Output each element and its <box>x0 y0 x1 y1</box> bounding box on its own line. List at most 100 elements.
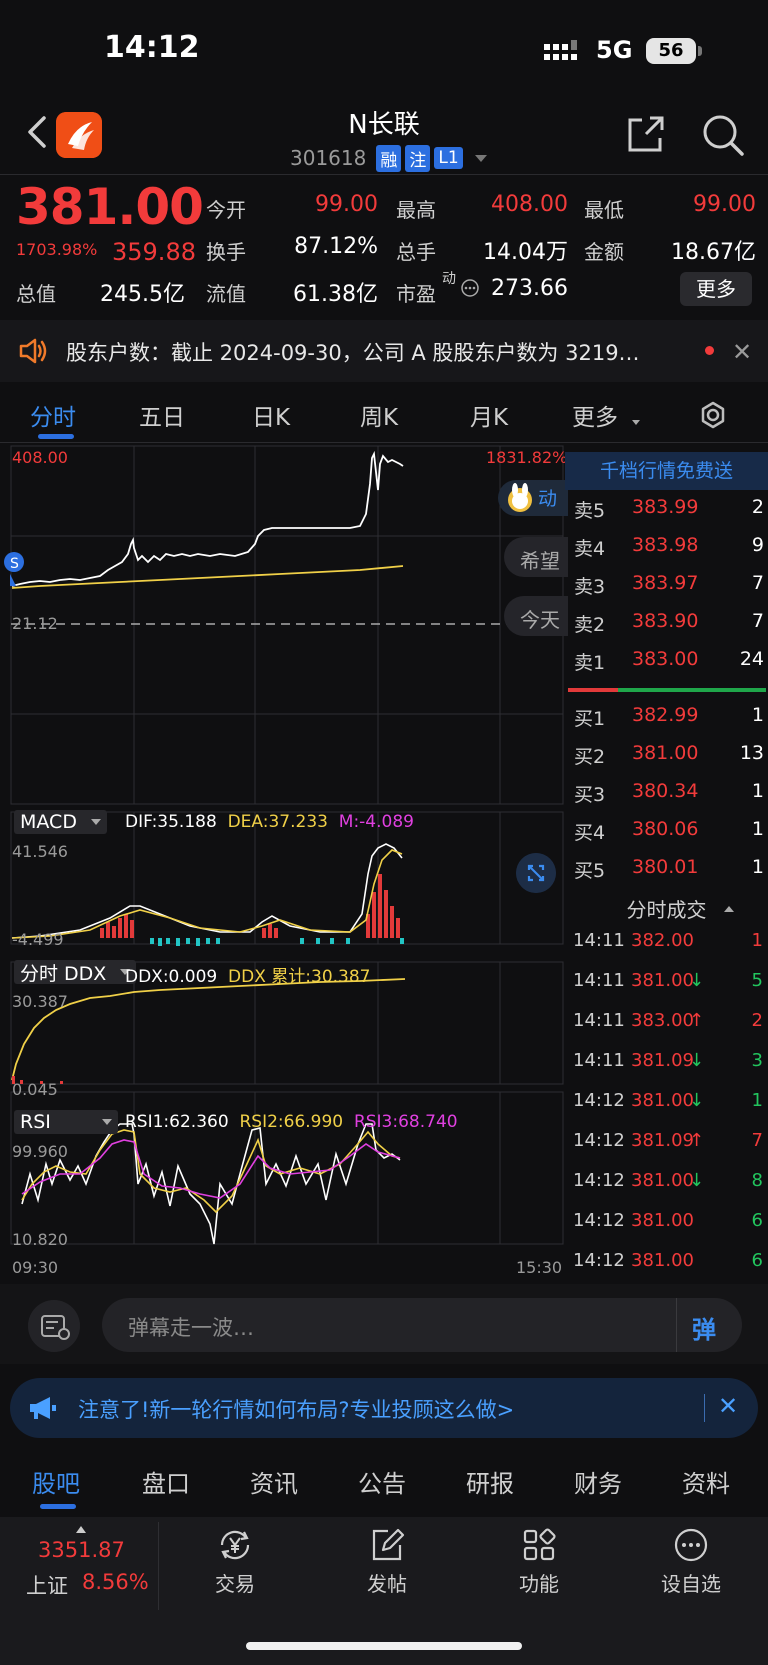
trade-time: 14:12 <box>573 1170 625 1191</box>
nav-add-watchlist[interactable]: 设自选 <box>636 1526 746 1597</box>
nav-post[interactable]: 发帖 <box>332 1526 442 1597</box>
trade-direction-arrow: ↓ <box>689 970 705 991</box>
ask-row-1: 卖1 383.00 24 <box>574 648 764 674</box>
search-icon[interactable] <box>700 112 746 158</box>
ddx-value: DDX:0.009 <box>125 967 218 987</box>
hope-chip[interactable]: 希望 <box>504 537 568 577</box>
more-button[interactable]: 更多 <box>680 272 752 306</box>
trade-row: 14:12 381.09 ↑ 7 <box>573 1130 763 1158</box>
float-cap-value: 61.38亿 <box>293 282 378 307</box>
edit-icon <box>372 1528 405 1561</box>
low-value: 99.00 <box>693 192 756 217</box>
chevron-down-icon <box>102 1119 112 1125</box>
tab-weekly-k[interactable]: 周K <box>360 398 398 432</box>
ddx-max-label: 30.387 <box>12 992 68 1011</box>
chevron-down-icon[interactable] <box>474 154 487 162</box>
index-change-pct[interactable]: 8.56% <box>82 1570 149 1594</box>
trade-volume: 1 <box>751 1090 763 1111</box>
tab-profile[interactable]: 资料 <box>682 1464 730 1499</box>
trade-volume: 2 <box>751 1010 763 1031</box>
bid-row-2: 买2 381.00 13 <box>574 742 764 768</box>
macd-m: M:-4.089 <box>338 812 414 832</box>
danmaku-input[interactable]: 弹幕走一波… <box>102 1298 742 1352</box>
trades-title[interactable]: 分时成交 <box>565 894 768 923</box>
float-cap-label: 流值 <box>206 282 246 306</box>
low-label: 最低 <box>584 198 624 222</box>
trade-volume: 6 <box>751 1210 763 1231</box>
share-icon[interactable] <box>624 114 666 156</box>
bid-row-3: 买3 380.34 1 <box>574 780 764 806</box>
macd-selector[interactable]: MACD <box>14 810 107 834</box>
last-price: 381.00 <box>16 178 204 236</box>
ad-close-icon[interactable]: ✕ <box>718 1392 738 1420</box>
trade-price: 382.00 <box>631 930 694 951</box>
ddx-selector[interactable]: 分时 DDX <box>14 960 137 985</box>
tab-intraday[interactable]: 分时 <box>30 398 76 432</box>
macd-dif: DIF:35.188 <box>125 812 217 832</box>
macd-min-label: -4.499 <box>12 930 64 949</box>
battery-icon: 56 <box>646 38 696 64</box>
nav-trade[interactable]: 交易 <box>180 1526 290 1597</box>
ddx-selector-label: 分时 DDX <box>20 962 107 985</box>
trade-time: 14:12 <box>573 1210 625 1231</box>
trade-volume: 1 <box>751 930 763 951</box>
nav-functions[interactable]: 功能 <box>484 1526 594 1597</box>
price-high-label: 408.00 <box>12 448 68 467</box>
ask-row-4: 卖4 383.98 9 <box>574 534 764 560</box>
stock-code-row[interactable]: 301618 融 注 L1 <box>290 144 487 172</box>
rsi3-value: RSI3:68.740 <box>353 1112 458 1132</box>
volume-value: 14.04万 <box>483 240 568 265</box>
open-value: 99.00 <box>315 192 378 217</box>
pe-value: 273.66 <box>491 276 568 301</box>
margin-tag: 融 <box>376 144 402 172</box>
trade-time: 14:11 <box>573 1050 625 1071</box>
trade-price: 381.00 <box>631 1090 694 1111</box>
mascot-icon <box>508 483 532 512</box>
trade-row: 14:11 383.00 ↑ 2 <box>573 1010 763 1038</box>
chevron-up-icon[interactable] <box>724 906 734 912</box>
turnover-label: 换手 <box>206 240 246 264</box>
chevron-up-icon[interactable] <box>76 1526 86 1533</box>
tab-five-day[interactable]: 五日 <box>139 398 185 432</box>
tab-more[interactable]: 更多 <box>572 398 618 432</box>
trade-direction-arrow: ↑ <box>689 1010 705 1031</box>
tab-financials[interactable]: 财务 <box>574 1464 622 1499</box>
registration-tag: 注 <box>405 144 431 172</box>
rsi-selector[interactable]: RSI <box>14 1110 118 1134</box>
tab-announcements[interactable]: 公告 <box>358 1464 406 1499</box>
index-name[interactable]: 上证 <box>26 1570 68 1600</box>
bid-row-5: 买5 380.01 1 <box>574 856 764 882</box>
trade-time: 14:12 <box>573 1250 625 1271</box>
change-percent: 1703.98% <box>16 240 98 259</box>
tab-daily-k[interactable]: 日K <box>252 398 290 432</box>
trade-price: 383.00 <box>631 1010 694 1031</box>
active-bottom-tab-indicator <box>40 1504 76 1509</box>
header-divider <box>0 174 768 175</box>
index-value[interactable]: 3351.87 <box>38 1538 125 1562</box>
dynamic-chip-label: 动 <box>538 488 558 510</box>
total-cap-value: 245.5亿 <box>100 282 185 307</box>
gear-icon[interactable] <box>696 398 730 432</box>
index-separator <box>158 1522 159 1610</box>
tab-orderbook[interactable]: 盘口 <box>142 1464 190 1499</box>
ask-row-2: 卖2 383.90 7 <box>574 610 764 636</box>
trade-volume: 3 <box>751 1050 763 1071</box>
tab-monthly-k[interactable]: 月K <box>470 398 508 432</box>
tab-news[interactable]: 资讯 <box>250 1464 298 1499</box>
expand-icon[interactable] <box>516 853 556 893</box>
tab-research[interactable]: 研报 <box>466 1464 514 1499</box>
tab-forum[interactable]: 股吧 <box>32 1464 80 1499</box>
trade-row: 14:12 381.00 6 <box>573 1250 763 1278</box>
danmaku-settings-icon[interactable] <box>28 1300 80 1352</box>
trade-row: 14:12 381.00 6 <box>573 1210 763 1238</box>
total-cap-label: 总值 <box>16 282 56 306</box>
trade-row: 14:11 381.00 ↓ 5 <box>573 970 763 998</box>
notice-text[interactable]: 股东户数：截止 2024-09-30，公司 A 股股东户数为 3219… <box>66 337 640 367</box>
today-chip[interactable]: 今天 <box>504 596 568 636</box>
pe-dynamic-mark: 动 <box>442 271 456 287</box>
advisor-ad-text[interactable]: 注意了!新一轮行情如何布局?专业投顾这么做> <box>78 1394 514 1424</box>
orderbook-promo-header[interactable]: 千档行情免费送 <box>565 452 768 490</box>
trade-direction-arrow: ↓ <box>689 1050 705 1071</box>
notice-close-icon[interactable]: ✕ <box>732 338 752 366</box>
intraday-chart[interactable]: S <box>0 444 565 1284</box>
